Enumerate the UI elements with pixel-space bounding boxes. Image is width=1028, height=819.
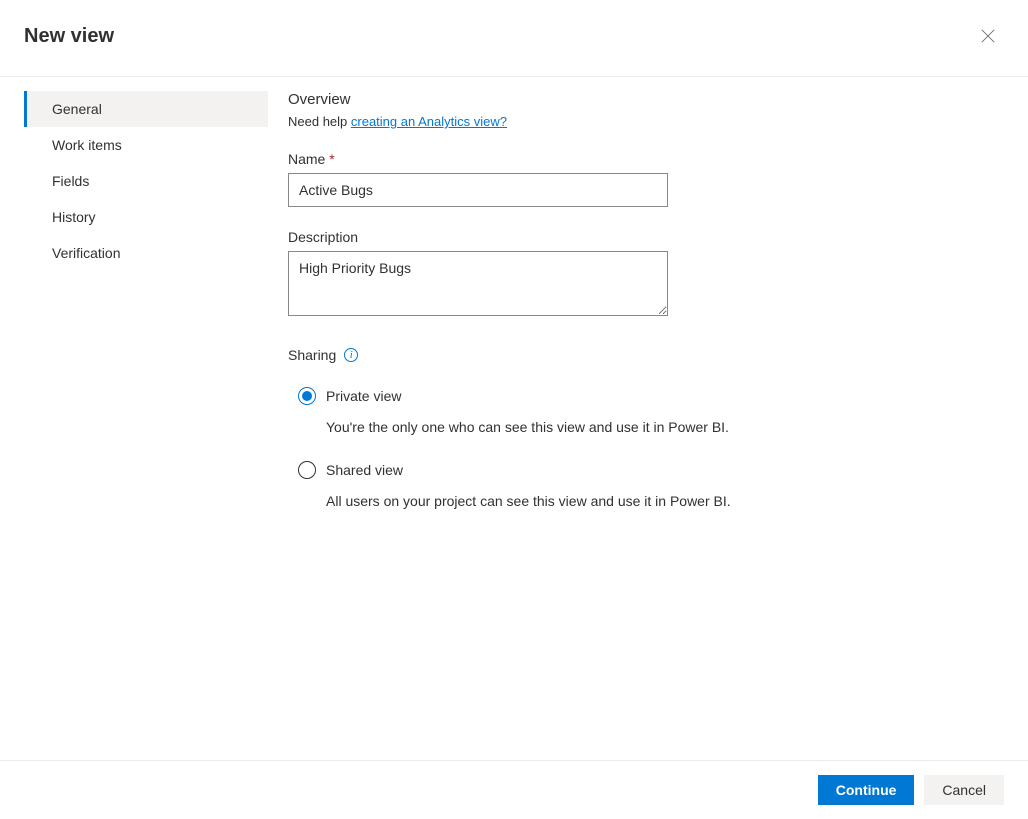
radio-label-private[interactable]: Private view — [326, 388, 401, 404]
radio-option-shared: Shared view All users on your project ca… — [288, 461, 988, 509]
content-panel: Overview Need help creating an Analytics… — [268, 91, 1028, 535]
section-title: Overview — [288, 91, 988, 108]
sidebar-item-label: General — [52, 101, 102, 117]
dialog-footer: Continue Cancel — [0, 760, 1028, 819]
sidebar-item-label: Fields — [52, 173, 89, 189]
sidebar-item-history[interactable]: History — [24, 199, 268, 235]
sidebar-item-fields[interactable]: Fields — [24, 163, 268, 199]
dialog-title: New view — [24, 25, 114, 48]
dialog-header: New view — [0, 0, 1028, 77]
radio-input-shared[interactable] — [298, 461, 316, 479]
info-icon[interactable]: i — [344, 348, 358, 362]
close-icon — [981, 29, 995, 43]
name-input[interactable] — [288, 173, 668, 207]
dialog-body: General Work items Fields History Verifi… — [0, 77, 1028, 535]
close-button[interactable] — [972, 20, 1004, 52]
required-indicator: * — [329, 151, 334, 167]
description-label: Description — [288, 229, 988, 245]
sharing-label: Sharing — [288, 347, 336, 363]
radio-desc-shared: All users on your project can see this v… — [298, 493, 988, 509]
radio-row[interactable]: Private view — [298, 387, 988, 405]
name-label: Name * — [288, 151, 988, 167]
sidebar-item-verification[interactable]: Verification — [24, 235, 268, 271]
radio-option-private: Private view You're the only one who can… — [288, 387, 988, 435]
radio-row[interactable]: Shared view — [298, 461, 988, 479]
radio-label-shared[interactable]: Shared view — [326, 462, 403, 478]
radio-input-private[interactable] — [298, 387, 316, 405]
continue-button[interactable]: Continue — [818, 775, 915, 805]
description-input[interactable]: High Priority Bugs — [288, 251, 668, 316]
help-prefix: Need help — [288, 114, 351, 129]
cancel-button[interactable]: Cancel — [924, 775, 1004, 805]
sharing-header: Sharing i — [288, 347, 988, 363]
sidebar-item-label: History — [52, 209, 96, 225]
sidebar: General Work items Fields History Verifi… — [0, 91, 268, 535]
sidebar-item-work-items[interactable]: Work items — [24, 127, 268, 163]
sidebar-item-label: Work items — [52, 137, 122, 153]
sidebar-item-general[interactable]: General — [24, 91, 268, 127]
sidebar-item-label: Verification — [52, 245, 120, 261]
radio-desc-private: You're the only one who can see this vie… — [298, 419, 988, 435]
help-text: Need help creating an Analytics view? — [288, 114, 988, 129]
help-link[interactable]: creating an Analytics view? — [351, 114, 507, 129]
